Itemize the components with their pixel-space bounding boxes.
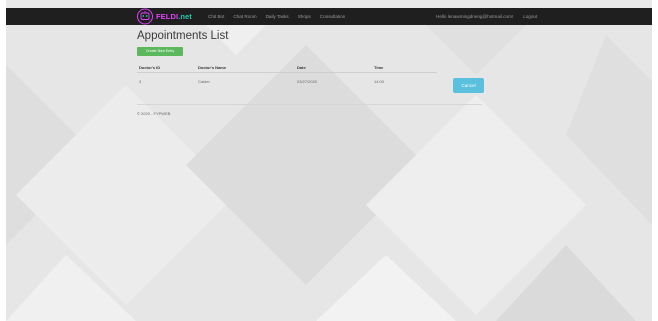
page-title: Appointments List (137, 30, 229, 42)
nav-link-chit-bot[interactable]: Chit Bot (208, 14, 224, 19)
column-header-doctor-name: Doctor's Name (198, 65, 227, 70)
cell-doctor-id: 3 (139, 79, 142, 84)
create-new-entry-button[interactable]: Create New Entry (137, 47, 183, 56)
window-frame-right (652, 0, 658, 321)
cell-time: 14:00 (374, 79, 385, 84)
cell-date: 03/27/2020 (297, 79, 318, 84)
footer-copyright: © 2020 - FYPWEB (137, 111, 171, 116)
brand-name-part2: .net (178, 12, 192, 21)
nav-link-chat-room[interactable]: Chat Room (233, 14, 256, 19)
footer-divider (137, 104, 482, 105)
cell-doctor-name: Calder (198, 79, 210, 84)
nav-link-daily-tasks[interactable]: Daily Tasks (266, 14, 289, 19)
nav-link-shops[interactable]: Shops (298, 14, 311, 19)
table-header-divider (137, 72, 437, 73)
logout-link[interactable]: Logout (523, 14, 537, 19)
top-navbar: FELDI.net Chit Bot Chat Room Daily Tasks… (6, 8, 652, 25)
nav-links: Chit Bot Chat Room Daily Tasks Shops Con… (208, 8, 354, 25)
nav-user-area: Hello lenawmingdneng@hotmail.com! Logout (436, 8, 547, 25)
column-header-date: Date (297, 65, 306, 70)
nav-link-consultation[interactable]: Consultation (320, 14, 346, 19)
user-greeting-link[interactable]: Hello lenawmingdneng@hotmail.com! (436, 14, 513, 19)
page-background (6, 25, 652, 321)
brand-name-part1: FELDI (156, 12, 179, 21)
column-header-doctor-id: Doctor's ID (139, 65, 161, 70)
diamond-pattern (6, 25, 652, 321)
brand-logo[interactable]: FELDI.net (136, 8, 192, 25)
brand-robot-icon (136, 8, 154, 25)
column-header-time: Time (374, 65, 384, 70)
brand-name: FELDI.net (156, 12, 192, 21)
cancel-appointment-button[interactable]: Cancel (453, 78, 484, 93)
